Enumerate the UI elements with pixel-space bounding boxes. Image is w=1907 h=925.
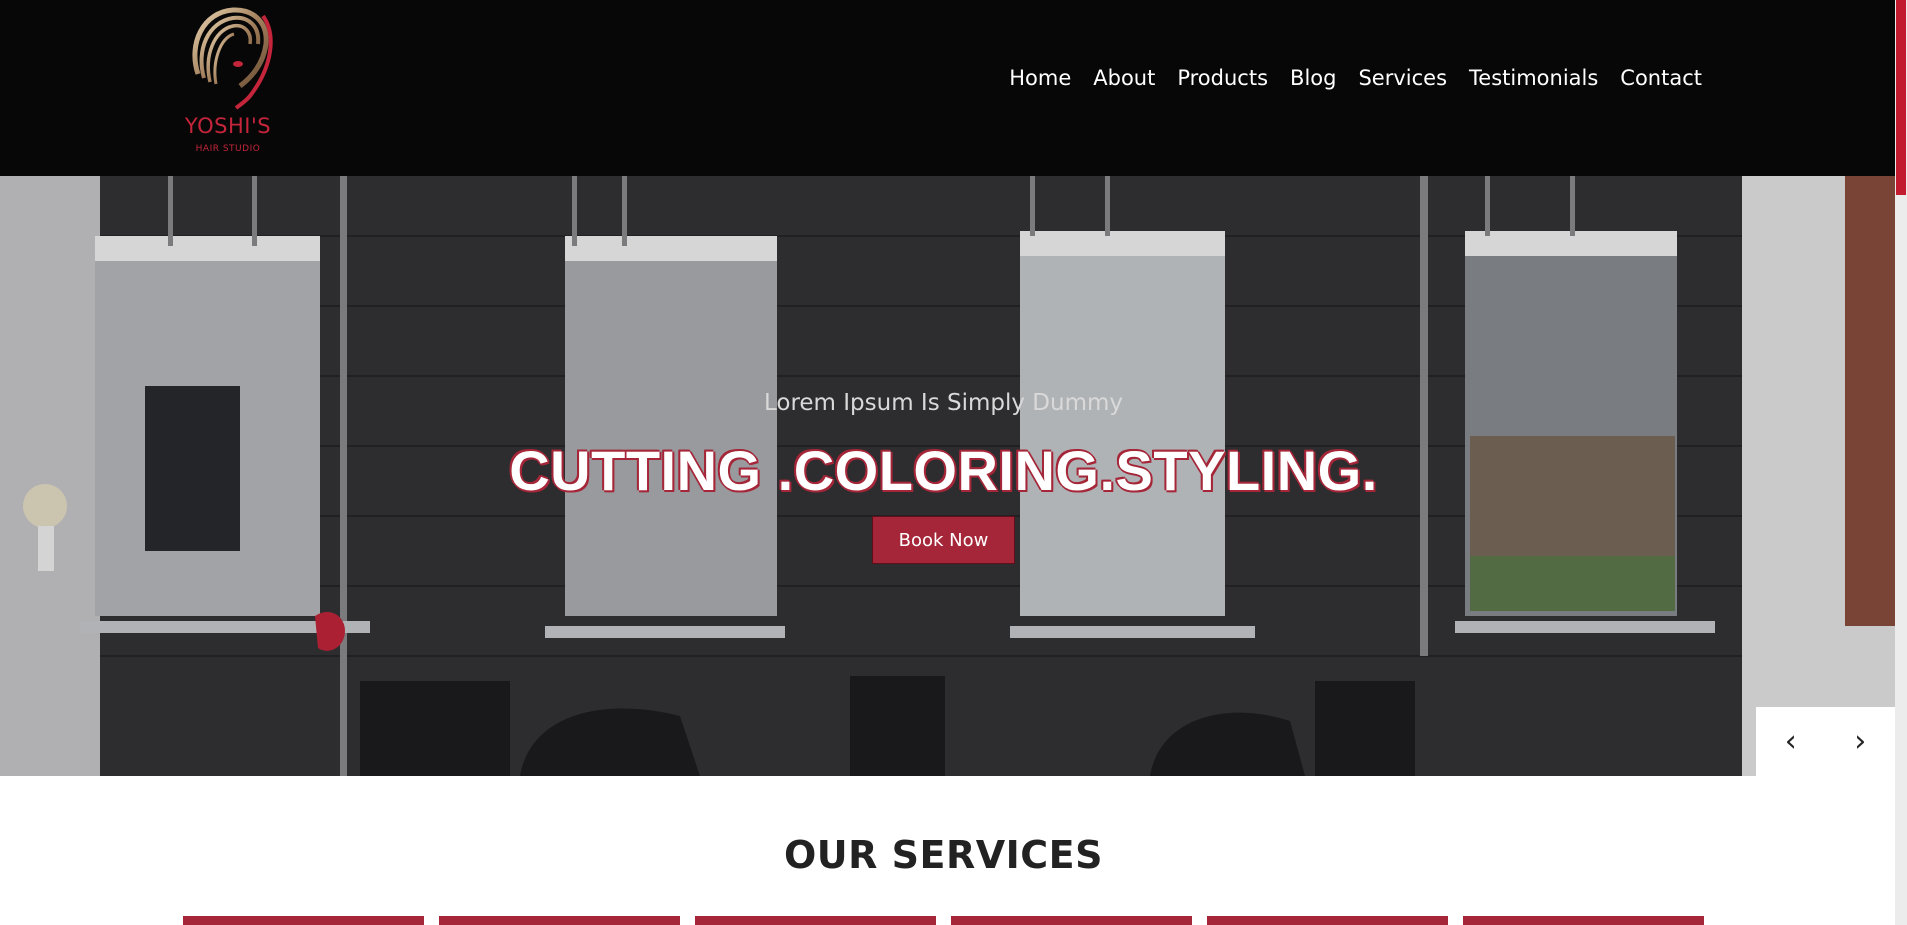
nav-products[interactable]: Products	[1177, 66, 1268, 90]
book-now-button[interactable]: Book Now	[872, 516, 1015, 564]
service-card[interactable]	[1207, 916, 1448, 925]
nav-contact[interactable]: Contact	[1620, 66, 1702, 90]
service-card[interactable]	[1463, 916, 1704, 925]
chevron-right-icon[interactable]: ›	[1854, 724, 1866, 759]
service-card[interactable]	[183, 916, 424, 925]
page: YOSHI'S HAIR STUDIO Home About Products …	[0, 0, 1895, 925]
hero-slider: Lorem Ipsum Is Simply Dummy CUTTING .COL…	[0, 176, 1895, 776]
services-heading: OUR SERVICES	[784, 833, 1103, 877]
carousel-controls: ‹ ›	[1756, 707, 1895, 776]
brand-logo[interactable]: YOSHI'S HAIR STUDIO	[178, 4, 278, 156]
service-cards	[183, 916, 1704, 925]
brand-tagline: HAIR STUDIO	[195, 144, 261, 154]
scrollbar-thumb[interactable]	[1896, 0, 1906, 195]
nav-home[interactable]: Home	[1009, 66, 1071, 90]
nav-services[interactable]: Services	[1358, 66, 1447, 90]
nav-about[interactable]: About	[1093, 66, 1155, 90]
service-card[interactable]	[951, 916, 1192, 925]
service-card[interactable]	[695, 916, 936, 925]
nav-testimonials[interactable]: Testimonials	[1469, 66, 1598, 90]
site-header: YOSHI'S HAIR STUDIO Home About Products …	[0, 0, 1895, 176]
chevron-left-icon[interactable]: ‹	[1785, 724, 1797, 759]
main-nav: Home About Products Blog Services Testim…	[1009, 66, 1702, 90]
hero-title: CUTTING .COLORING.STYLING.	[509, 439, 1378, 502]
hair-silhouette-icon	[192, 7, 273, 110]
hero-subtitle: Lorem Ipsum Is Simply Dummy	[763, 390, 1124, 416]
nav-blog[interactable]: Blog	[1290, 66, 1336, 90]
brand-name: YOSHI'S	[184, 114, 272, 138]
service-card[interactable]	[439, 916, 680, 925]
page-scrollbar[interactable]	[1895, 0, 1907, 925]
